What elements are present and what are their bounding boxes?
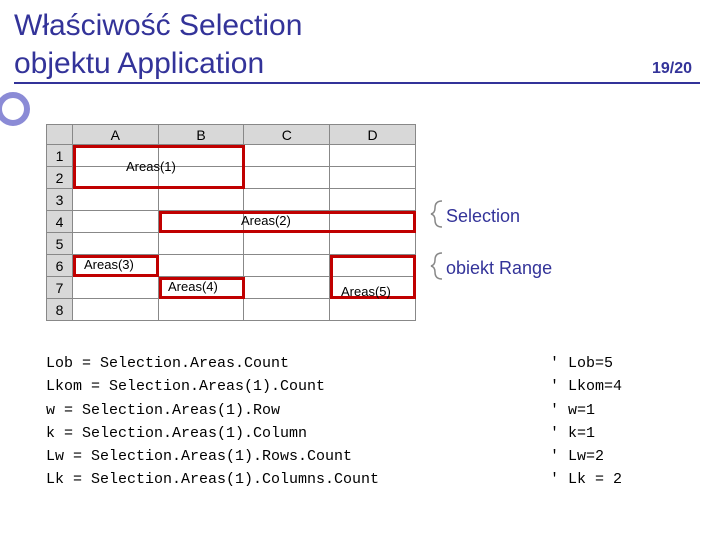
col-header: A [72,125,158,145]
row-header: 2 [47,167,73,189]
page-indicator: 19/20 [652,60,700,82]
comment-line: ' Lw=2 [550,448,604,465]
row-header: 3 [47,189,73,211]
code-line: Lob = Selection.Areas.Count [46,355,289,372]
code-comments: ' Lob=5 ' Lkom=4 ' w=1 ' k=1 ' Lw=2 ' Lk… [550,352,622,492]
comment-line: ' Lk = 2 [550,471,622,488]
sheet-corner [47,125,73,145]
code-line: w = Selection.Areas(1).Row [46,402,280,419]
col-header: B [158,125,244,145]
row-header: 4 [47,211,73,233]
col-header: C [244,125,330,145]
range-label: obiekt Range [446,258,552,279]
comment-line: ' Lkom=4 [550,378,622,395]
row-header: 5 [47,233,73,255]
spreadsheet-grid: A B C D 1 2 3 4 5 6 7 8 [46,124,416,321]
comment-line: ' Lob=5 [550,355,613,372]
bullet-decoration [0,92,30,126]
code-line: k = Selection.Areas(1).Column [46,425,307,442]
brace-icon [430,200,446,232]
spreadsheet-diagram: A B C D 1 2 3 4 5 6 7 8 Areas(1) Areas(2… [46,124,416,321]
row-header: 7 [47,277,73,299]
comment-line: ' w=1 [550,402,595,419]
row-header: 6 [47,255,73,277]
code-block: Lob = Selection.Areas.Count Lkom = Selec… [46,352,379,492]
brace-icon [430,252,446,284]
brace-annotations: Selection obiekt Range [430,200,552,298]
col-header: D [330,125,416,145]
code-line: Lkom = Selection.Areas(1).Count [46,378,325,395]
comment-line: ' k=1 [550,425,595,442]
page-title: Właściwość Selectionobjektu Application [14,7,652,82]
row-header: 1 [47,145,73,167]
code-line: Lk = Selection.Areas(1).Columns.Count [46,471,379,488]
selection-label: Selection [446,206,520,227]
code-line: Lw = Selection.Areas(1).Rows.Count [46,448,352,465]
row-header: 8 [47,299,73,321]
